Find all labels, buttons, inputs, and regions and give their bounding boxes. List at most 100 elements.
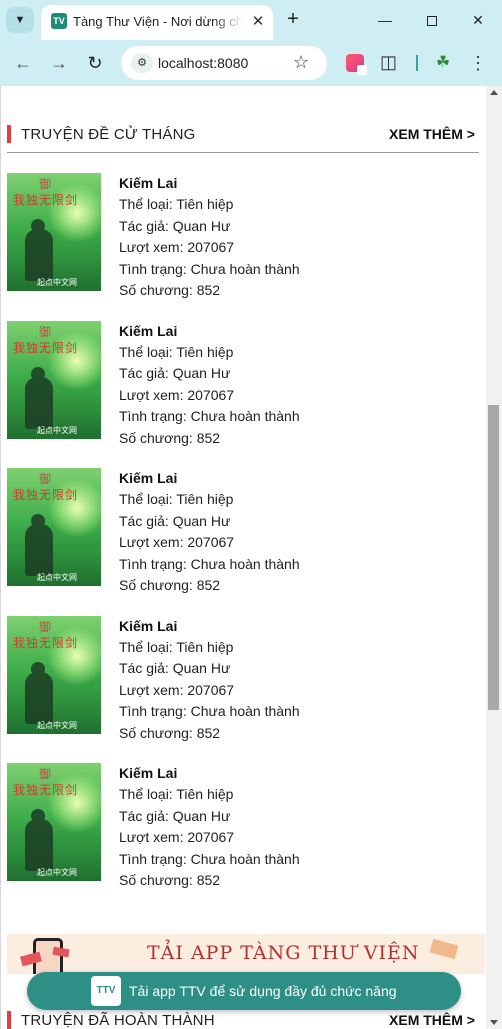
active-tab[interactable]: TV Tàng Thư Viện - Nơi dừng chân ✕ (41, 5, 273, 40)
maximize-icon (427, 16, 437, 27)
story-cover-image[interactable]: 御我独无限剑 起点中文网 (7, 173, 101, 291)
story-genre: Thể loại: Tiên hiệp (119, 491, 234, 507)
story-status: Tình trạng: Chưa hoàn thành (119, 555, 300, 572)
story-item[interactable]: 御我独无限剑 起点中文网 Kiếm Lai Thể loại: Tiên hiệp Tá… (7, 468, 477, 598)
story-title[interactable]: Kiếm Lai (119, 763, 469, 784)
star-icon[interactable]: ☆ (293, 52, 309, 73)
story-views: Lượt xem: 207067 (119, 681, 235, 698)
address-bar[interactable]: ⚙ localhost:8080 ☆ (121, 46, 327, 80)
story-info: Kiếm Lai Thể loại: Tiên hiệp Tác giả: Quan… (119, 321, 469, 450)
scroll-down-arrow-icon[interactable] (490, 1020, 498, 1025)
chevron-down-icon: ▼ (14, 14, 26, 26)
story-genre: Thể loại: Tiên hiệp (119, 343, 234, 360)
cover-title: 我独无限剑 (13, 635, 79, 650)
minimize-button[interactable]: — (374, 9, 396, 31)
cover-title: 我独无限剑 (13, 340, 79, 355)
story-cover-image[interactable]: 御我独无限剑 起点中文网 (7, 763, 101, 881)
story-chapters: Số chương: 852 (119, 724, 221, 741)
see-more-link[interactable]: XEM THÊM > (389, 1012, 475, 1028)
download-app-label: Tải app TTV để sử dụng đầy đủ chức năng (129, 983, 397, 999)
maximize-button[interactable] (421, 9, 443, 31)
story-title[interactable]: Kiếm Lai (119, 321, 469, 342)
section-title: TRUYỆN ĐÃ HOÀN THÀNH (21, 1012, 215, 1029)
vertical-scrollbar[interactable] (486, 86, 502, 1029)
story-views: Lượt xem: 207067 (119, 534, 235, 550)
minimize-icon: — (378, 12, 392, 28)
story-views: Lượt xem: 207067 (119, 386, 235, 403)
section-divider (7, 152, 479, 153)
forward-button[interactable]: → (48, 52, 70, 74)
section-header-month: TRUYỆN ĐỀ CỬ THÁNG XEM THÊM > (7, 120, 479, 153)
story-item[interactable]: 御我独无限剑 起点中文网 Kiếm Lai Thể loại: Tiên hiệp Tá… (7, 173, 477, 303)
cover-title: 我独无限剑 (13, 488, 79, 502)
close-window-icon: ✕ (472, 12, 484, 28)
cover-publisher: 起点中文网 (37, 868, 77, 877)
download-app-button[interactable]: TTV Tải app TTV để sử dụng đầy đủ chức n… (27, 972, 461, 1010)
back-button[interactable]: ← (12, 52, 34, 74)
story-views: Lượt xem: 207067 (119, 239, 235, 255)
story-item[interactable]: 御我独无限剑 起点中文网 Kiếm Lai Thể loại: Tiên hiệp Tá… (7, 763, 477, 893)
cover-publisher: 起点中文网 (37, 720, 77, 730)
story-views: Lượt xem: 207067 (119, 829, 235, 845)
story-status: Tình trạng: Chưa hoàn thành (119, 408, 300, 424)
cover-figure (25, 219, 53, 281)
back-icon: ← (14, 53, 32, 73)
cover-figure (25, 809, 53, 871)
story-info: Kiếm Lai Thể loại: Tiên hiệp Tác giả: Quan… (119, 616, 469, 745)
site-info-icon[interactable]: ⚙ (131, 53, 153, 73)
section-title: TRUYỆN ĐỀ CỬ THÁNG (21, 126, 196, 143)
scroll-up-arrow-icon[interactable] (490, 90, 498, 95)
tab-search-button[interactable]: ▼ (6, 7, 34, 33)
extension-icon[interactable] (346, 54, 367, 75)
story-title[interactable]: Kiếm Lai (119, 616, 469, 637)
story-item[interactable]: 御我独无限剑起点中文网 Kiếm Lai Thể loại: Tiên hiệp Tá… (7, 615, 477, 746)
cover-publisher: 起点中文网 (37, 278, 77, 287)
story-info: Kiếm Lai Thể loại: Tiên hiệp Tác giả: Quan… (119, 763, 469, 892)
story-info: Kiếm Lai Thể loại: Tiên hiệp Tác giả: Quan… (119, 468, 469, 597)
story-title[interactable]: Kiếm Lai (119, 173, 469, 194)
profile-icon[interactable]: ☘ (432, 52, 454, 74)
url-text[interactable]: localhost:8080 (158, 55, 248, 71)
story-cover-image[interactable]: 御我独无限剑 起点中文网 (7, 468, 101, 586)
cover-seal: 御 (39, 619, 52, 634)
story-cover-image[interactable]: 御我独无限剑起点中文网 (7, 320, 101, 439)
puzzle-icon[interactable]: ◫ (380, 52, 397, 73)
site-favicon-icon: TV (51, 13, 67, 29)
close-window-button[interactable]: ✕ (467, 9, 489, 31)
app-banner[interactable]: TẢI APP TÀNG THƯ VIỆN (7, 934, 485, 974)
story-chapters: Số chương: 852 (119, 872, 221, 888)
cover-figure (25, 366, 53, 429)
story-item[interactable]: 御我独无限剑起点中文网 Kiếm Lai Thể loại: Tiên hiệp Tá… (7, 320, 477, 451)
story-author: Tác giả: Quan Hư (119, 512, 231, 529)
toolbar-divider (416, 55, 418, 71)
banner-title: TẢI APP TÀNG THƯ VIỆN (147, 942, 420, 964)
story-title[interactable]: Kiếm Lai (119, 468, 469, 489)
section-accent-bar (7, 125, 11, 143)
story-chapters: Số chương: 852 (119, 577, 221, 593)
menu-icon[interactable]: ⋮ (468, 50, 488, 76)
story-genre: Thể loại: Tiên hiệp (119, 638, 234, 655)
reload-button[interactable]: ↻ (84, 52, 106, 74)
reload-icon: ↻ (87, 53, 103, 73)
story-genre: Thể loại: Tiên hiệp (119, 196, 234, 212)
story-chapters: Số chương: 852 (119, 429, 221, 446)
cover-publisher: 起点中文网 (37, 425, 77, 435)
app-logo-icon: TTV (91, 976, 121, 1006)
story-cover-image[interactable]: 御我独无限剑起点中文网 (7, 615, 101, 734)
cover-publisher: 起点中文网 (37, 573, 77, 582)
see-more-link[interactable]: XEM THÊM > (389, 126, 475, 142)
scrollbar-thumb[interactable] (488, 405, 499, 710)
cover-title: 我独无限剑 (13, 783, 79, 797)
story-author: Tác giả: Quan Hư (119, 660, 231, 676)
story-author: Tác giả: Quan Hư (119, 365, 231, 381)
story-chapters: Số chương: 852 (119, 282, 221, 298)
browser-tab-bar: ▼ TV Tàng Thư Viện - Nơi dừng chân ✕ + —… (0, 0, 502, 40)
story-author: Tác giả: Quan Hư (119, 217, 231, 234)
forward-icon: → (50, 53, 68, 73)
close-icon[interactable]: ✕ (249, 13, 267, 31)
cover-seal: 御 (39, 324, 52, 339)
browser-toolbar: ← → ↻ ⚙ localhost:8080 ☆ ◫ ☘ ⋮ (0, 40, 502, 86)
story-status: Tình trạng: Chưa hoàn thành (119, 703, 300, 719)
new-tab-button[interactable]: + (283, 9, 303, 29)
story-author: Tác giả: Quan Hư (119, 807, 231, 824)
